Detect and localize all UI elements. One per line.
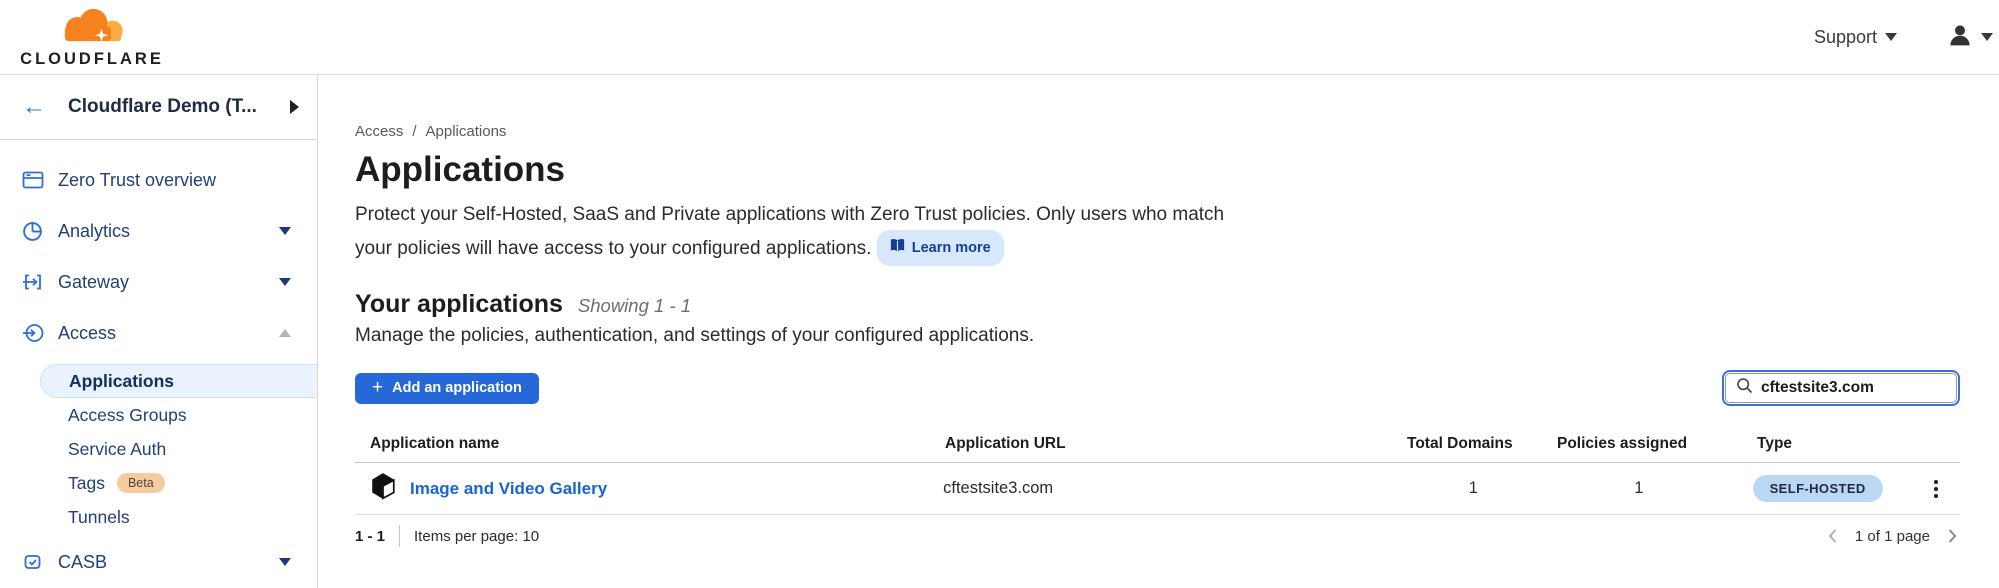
checkbox-sync-icon [22,552,44,572]
row-menu-kebab-icon[interactable] [1930,476,1942,502]
sidebar-item-label: Tunnels [68,507,130,528]
showing-count: Showing 1 - 1 [578,295,691,317]
table-footer: 1 - 1 Items per page: 10 1 of 1 page [355,515,1960,557]
user-avatar-icon [1949,24,1971,51]
column-application-name: Application name [355,435,945,453]
login-arrow-icon [22,323,44,343]
chevron-down-icon [279,227,291,235]
breadcrumb: Access / Applications [355,123,1960,140]
main-content: Access / Applications Applications Prote… [318,75,1999,588]
breadcrumb-separator: / [412,123,416,140]
cloudflare-logo[interactable]: CLOUDFLARE [16,6,168,69]
search-icon [1736,377,1753,399]
beta-badge: Beta [117,473,165,493]
total-domains-cell: 1 [1404,479,1544,498]
application-url-cell: cftestsite3.com [943,479,1403,498]
section-header: Your applications Showing 1 - 1 [355,290,1960,319]
policies-assigned-cell: 1 [1553,479,1724,498]
top-bar: CLOUDFLARE Support [0,0,1999,75]
zero-trust-dashboard: CLOUDFLARE Support ← Cloudflare Demo ( [0,0,1999,588]
sidebar-item-zero-trust-overview[interactable]: Zero Trust overview [0,160,317,200]
sidebar-item-gateway[interactable]: Gateway [0,262,317,302]
sidebar-item-label: Applications [69,371,174,392]
section-description: Manage the policies, authentication, and… [355,325,1960,347]
sidebar-item-service-auth[interactable]: Service Auth [0,432,317,466]
sidebar-item-label: Service Auth [68,439,166,460]
pie-chart-icon [22,221,44,242]
section-title: Your applications [355,290,563,319]
next-page-icon[interactable] [1944,527,1960,545]
sidebar-item-access-groups[interactable]: Access Groups [0,398,317,432]
support-label: Support [1814,27,1877,48]
chevron-down-icon [279,278,291,286]
sidebar-item-label: Access Groups [68,405,187,426]
page-description: Protect your Self-Hosted, SaaS and Priva… [355,200,1260,266]
sidebar-item-applications[interactable]: Applications [40,364,317,398]
sidebar-item-access[interactable]: Access [0,313,317,353]
sidebar-item-label: Gateway [58,272,129,293]
add-application-label: Add an application [392,380,522,396]
sidebar-item-tags[interactable]: Tags Beta [0,466,317,500]
sidebar-item-tunnels[interactable]: Tunnels [0,500,317,534]
application-name-link[interactable]: Image and Video Gallery [410,479,607,499]
column-application-url: Application URL [945,435,1407,453]
sidebar-item-label: Zero Trust overview [58,170,216,191]
user-menu[interactable] [1949,24,1993,51]
cloudflare-wordmark: CLOUDFLARE [20,50,164,69]
support-menu[interactable]: Support [1814,27,1897,48]
page-description-text: Protect your Self-Hosted, SaaS and Priva… [355,204,1224,259]
sidebar-item-label: CASB [58,552,107,573]
chevron-down-icon [1981,33,1993,41]
sidebar-item-label: Access [58,323,116,344]
page-info: 1 of 1 page [1855,528,1930,545]
expand-right-icon[interactable] [290,100,299,114]
results-range: 1 - 1 [355,528,385,545]
sidebar-nav: Zero Trust overview Analytics [0,140,317,582]
add-application-button[interactable]: + Add an application [355,373,539,404]
column-policies-assigned: Policies assigned [1557,435,1729,453]
table-row: Image and Video Gallery cftestsite3.com … [355,463,1960,515]
chevron-down-icon [279,558,291,566]
browser-window-icon [22,170,44,190]
chevron-down-icon [1885,33,1897,41]
applications-table: Application name Application URL Total D… [355,426,1960,557]
back-arrow-icon[interactable]: ← [22,95,46,119]
search-box [1722,370,1960,406]
chevron-up-icon [279,329,291,337]
account-switcher: ← Cloudflare Demo (T... [0,75,317,140]
cloudflare-cloud-icon [55,6,129,49]
learn-more-link[interactable]: Learn more [877,230,1004,266]
table-header-row: Application name Application URL Total D… [355,426,1960,463]
top-bar-right: Support [1814,24,1993,51]
sidebar: ← Cloudflare Demo (T... Zero Trust overv… [0,75,318,588]
footer-divider [399,525,400,547]
account-name[interactable]: Cloudflare Demo (T... [68,96,290,118]
toolbar: + Add an application [355,370,1960,406]
search-input[interactable] [1761,379,1946,397]
learn-more-label: Learn more [912,233,991,263]
application-cube-icon [370,472,396,505]
type-badge: SELF-HOSTED [1753,475,1883,502]
column-total-domains: Total Domains [1407,435,1547,453]
sidebar-item-label: Tags [68,473,105,494]
plus-icon: + [372,378,383,397]
sidebar-item-casb[interactable]: CASB [0,542,317,582]
page-title: Applications [355,150,1960,190]
sidebar-item-label: Analytics [58,221,130,242]
sidebar-item-analytics[interactable]: Analytics [0,211,317,251]
gateway-icon [22,272,44,292]
previous-page-icon[interactable] [1825,527,1841,545]
book-icon [890,233,905,263]
breadcrumb-current: Applications [426,123,507,140]
items-per-page[interactable]: Items per page: 10 [414,528,539,545]
column-type: Type [1757,435,1935,453]
breadcrumb-access[interactable]: Access [355,123,403,140]
